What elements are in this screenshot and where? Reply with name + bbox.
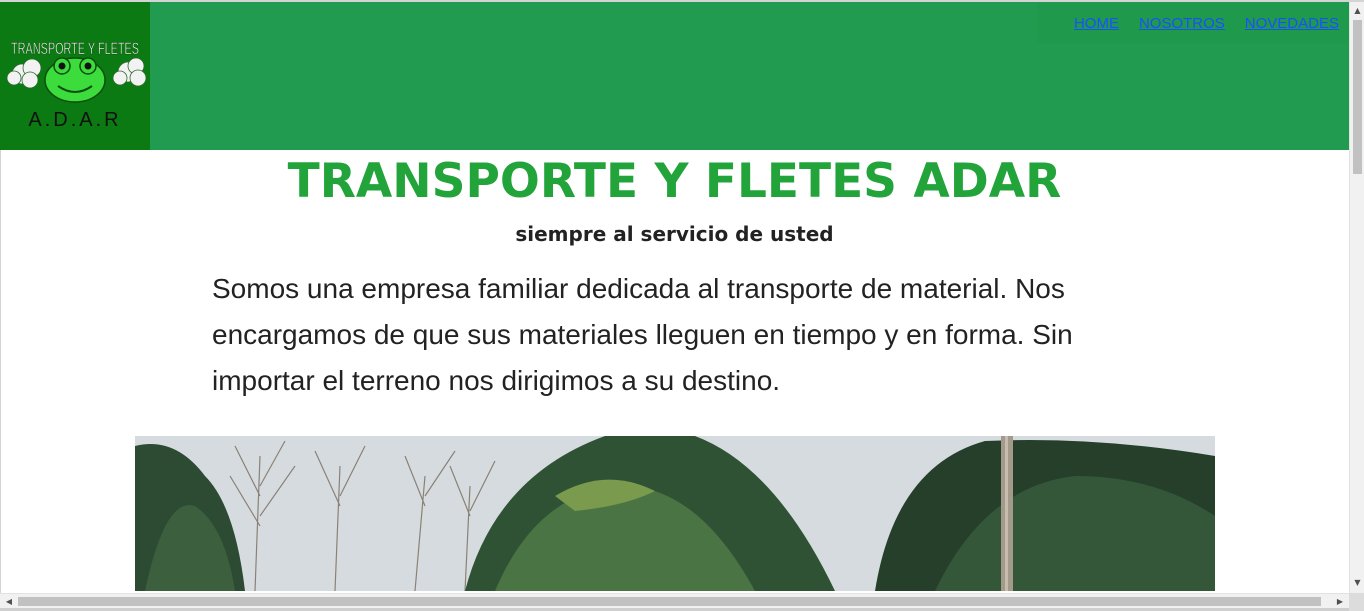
site-logo[interactable]: TRANSPORTE Y FLETES A.D.A.R: [0, 2, 150, 150]
horizontal-scrollbar[interactable]: ◀ ▶: [0, 593, 1349, 608]
logo-top-text: TRANSPORTE Y FLETES: [11, 39, 139, 58]
trees-photo: [135, 436, 1215, 591]
vertical-scroll-thumb[interactable]: [1353, 20, 1362, 174]
page-subtitle: siempre al servicio de usted: [515, 222, 834, 246]
vertical-scrollbar[interactable]: ▲ ▼: [1349, 2, 1364, 593]
intro-paragraph: Somos una empresa familiar dedicada al t…: [212, 273, 1073, 396]
logo-bottom-text: A.D.A.R: [28, 109, 121, 131]
nav-link-novedades[interactable]: NOVEDADES: [1245, 15, 1339, 32]
main-navigation: HOME NOSOTROS NOVEDADES: [1037, 2, 1349, 44]
scroll-right-icon[interactable]: ▶: [1333, 594, 1347, 609]
scroll-left-icon[interactable]: ◀: [2, 594, 16, 609]
horizontal-scroll-thumb[interactable]: [18, 597, 1321, 606]
page-title: TRANSPORTE Y FLETES ADAR: [287, 154, 1062, 209]
nav-link-nosotros[interactable]: NOSOTROS: [1139, 15, 1225, 32]
main-content: TRANSPORTE Y FLETES ADAR siempre al serv…: [0, 150, 1349, 591]
scroll-up-icon[interactable]: ▲: [1353, 4, 1362, 18]
site-header: TRANSPORTE Y FLETES A.D.A.R HOME NOSOTRO…: [0, 2, 1349, 150]
frog-truck-logo-icon: TRANSPORTE Y FLETES A.D.A.R: [0, 2, 150, 150]
nav-link-home[interactable]: HOME: [1074, 15, 1119, 32]
hero-photo: [135, 436, 1215, 591]
scrollbar-corner: [1349, 593, 1364, 611]
scroll-down-icon[interactable]: ▼: [1353, 576, 1362, 590]
